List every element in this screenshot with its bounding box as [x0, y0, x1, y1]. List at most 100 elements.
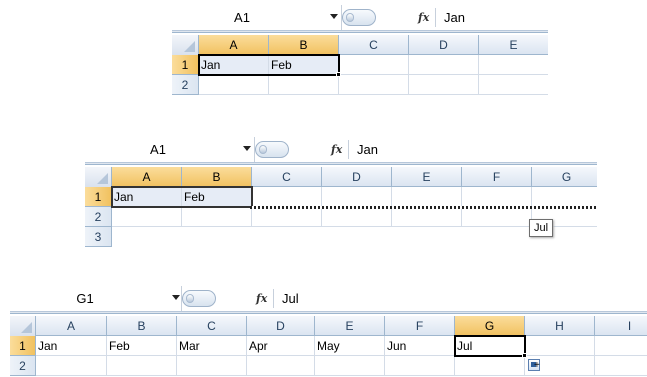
drag-fill-marquee: [250, 206, 597, 209]
formula-input[interactable]: Jul: [282, 286, 299, 311]
row-header-1[interactable]: 1: [10, 336, 36, 356]
name-box-value: A1: [234, 10, 250, 25]
formula-separator: [348, 140, 349, 159]
name-box[interactable]: A1: [85, 137, 255, 162]
column-header-e[interactable]: E: [315, 316, 385, 336]
cell-f2[interactable]: [385, 356, 455, 376]
circle-knob-icon[interactable]: [255, 141, 289, 158]
cell-e2[interactable]: [479, 75, 548, 95]
column-header-d[interactable]: D: [247, 316, 315, 336]
autofill-options-icon[interactable]: [528, 359, 540, 371]
formula-bar-divider: [172, 30, 548, 33]
column-header-a[interactable]: A: [199, 35, 269, 55]
select-all-corner[interactable]: [85, 167, 112, 187]
name-box[interactable]: A1: [172, 5, 342, 30]
column-header-row: A B C D E F G: [85, 167, 597, 187]
circle-knob-icon[interactable]: [182, 290, 216, 307]
cell-f1[interactable]: Jun: [385, 336, 455, 356]
fx-icon[interactable]: fx: [418, 9, 429, 26]
cell-d1[interactable]: [409, 55, 479, 75]
cell-f2[interactable]: [462, 207, 532, 227]
fx-icon[interactable]: fx: [331, 141, 342, 158]
column-header-e[interactable]: E: [479, 35, 548, 55]
cell-c2[interactable]: [177, 356, 247, 376]
cell-i2[interactable]: [595, 356, 647, 376]
column-header-f[interactable]: F: [385, 316, 455, 336]
column-header-d[interactable]: D: [409, 35, 479, 55]
fill-handle[interactable]: [336, 72, 341, 77]
formula-input[interactable]: Jan: [444, 5, 465, 30]
spreadsheet-panel-1: A1 fx Jan A B C D E 1 2 Jan Feb: [172, 5, 548, 103]
column-header-row: A B C D E: [172, 35, 548, 55]
column-header-c[interactable]: C: [339, 35, 409, 55]
cell-c1[interactable]: [252, 187, 322, 207]
column-header-f[interactable]: F: [462, 167, 532, 187]
column-header-b[interactable]: B: [107, 316, 177, 336]
cell-c1[interactable]: Mar: [177, 336, 247, 356]
cell-e1[interactable]: [392, 187, 462, 207]
cell-c2[interactable]: [339, 75, 409, 95]
select-all-corner[interactable]: [172, 35, 199, 55]
cell-b2[interactable]: [107, 356, 177, 376]
cell-g2[interactable]: [455, 356, 525, 376]
cell-h1[interactable]: [525, 336, 595, 356]
row-header-1[interactable]: 1: [85, 187, 112, 207]
column-header-a[interactable]: A: [36, 316, 107, 336]
chevron-down-icon[interactable]: [243, 146, 251, 151]
cell-a2[interactable]: [199, 75, 269, 95]
chevron-down-icon[interactable]: [330, 14, 338, 19]
cell-e1[interactable]: [479, 55, 548, 75]
column-header-i[interactable]: I: [595, 316, 647, 336]
name-box-value: G1: [76, 291, 94, 306]
row-header-2[interactable]: 2: [10, 356, 36, 376]
cell-a1[interactable]: Jan: [36, 336, 107, 356]
column-header-e[interactable]: E: [392, 167, 462, 187]
column-header-h[interactable]: H: [525, 316, 595, 336]
column-header-a[interactable]: A: [112, 167, 182, 187]
cell-e2[interactable]: [392, 207, 462, 227]
cell-f1[interactable]: [462, 187, 532, 207]
column-header-g[interactable]: G: [455, 316, 525, 336]
select-all-corner[interactable]: [10, 316, 36, 336]
cell-c2[interactable]: [252, 207, 322, 227]
column-header-b[interactable]: B: [269, 35, 339, 55]
sheet-grid: A B C D E F G 1 2 3 Jan Feb Jul: [85, 167, 597, 248]
cell-g1[interactable]: [532, 187, 597, 207]
cell-e1[interactable]: May: [315, 336, 385, 356]
column-header-c[interactable]: C: [252, 167, 322, 187]
circle-knob-icon[interactable]: [342, 9, 376, 26]
cell-a2[interactable]: [36, 356, 107, 376]
cell-c1[interactable]: [339, 55, 409, 75]
chevron-down-icon[interactable]: [172, 295, 180, 300]
cell-e2[interactable]: [315, 356, 385, 376]
row-header-1[interactable]: 1: [172, 55, 199, 75]
row-header-3[interactable]: 3: [85, 227, 112, 247]
selection-border: [198, 54, 340, 76]
name-box[interactable]: G1: [10, 286, 182, 311]
row-header-2[interactable]: 2: [85, 207, 112, 227]
cell-d1[interactable]: Apr: [247, 336, 315, 356]
cell-d1[interactable]: [322, 187, 392, 207]
formula-bar-divider: [85, 162, 597, 165]
name-box-value: A1: [150, 142, 166, 157]
column-header-d[interactable]: D: [322, 167, 392, 187]
fx-icon[interactable]: fx: [256, 290, 267, 307]
cell-a2[interactable]: [112, 207, 182, 227]
column-header-b[interactable]: B: [182, 167, 252, 187]
formula-bar-divider: [10, 311, 647, 314]
fill-handle[interactable]: [522, 353, 527, 358]
column-header-g[interactable]: G: [532, 167, 597, 187]
cell-b1[interactable]: Feb: [107, 336, 177, 356]
column-header-c[interactable]: C: [177, 316, 247, 336]
selection-border: [454, 335, 526, 357]
cell-d2[interactable]: [409, 75, 479, 95]
row-header-2[interactable]: 2: [172, 75, 199, 95]
formula-bar: G1 fx Jul: [10, 286, 647, 311]
formula-input[interactable]: Jan: [357, 137, 378, 162]
selection-border: [111, 186, 253, 208]
cell-i1[interactable]: [595, 336, 647, 356]
cell-d2[interactable]: [322, 207, 392, 227]
cell-b2[interactable]: [269, 75, 339, 95]
cell-d2[interactable]: [247, 356, 315, 376]
cell-b2[interactable]: [182, 207, 252, 227]
